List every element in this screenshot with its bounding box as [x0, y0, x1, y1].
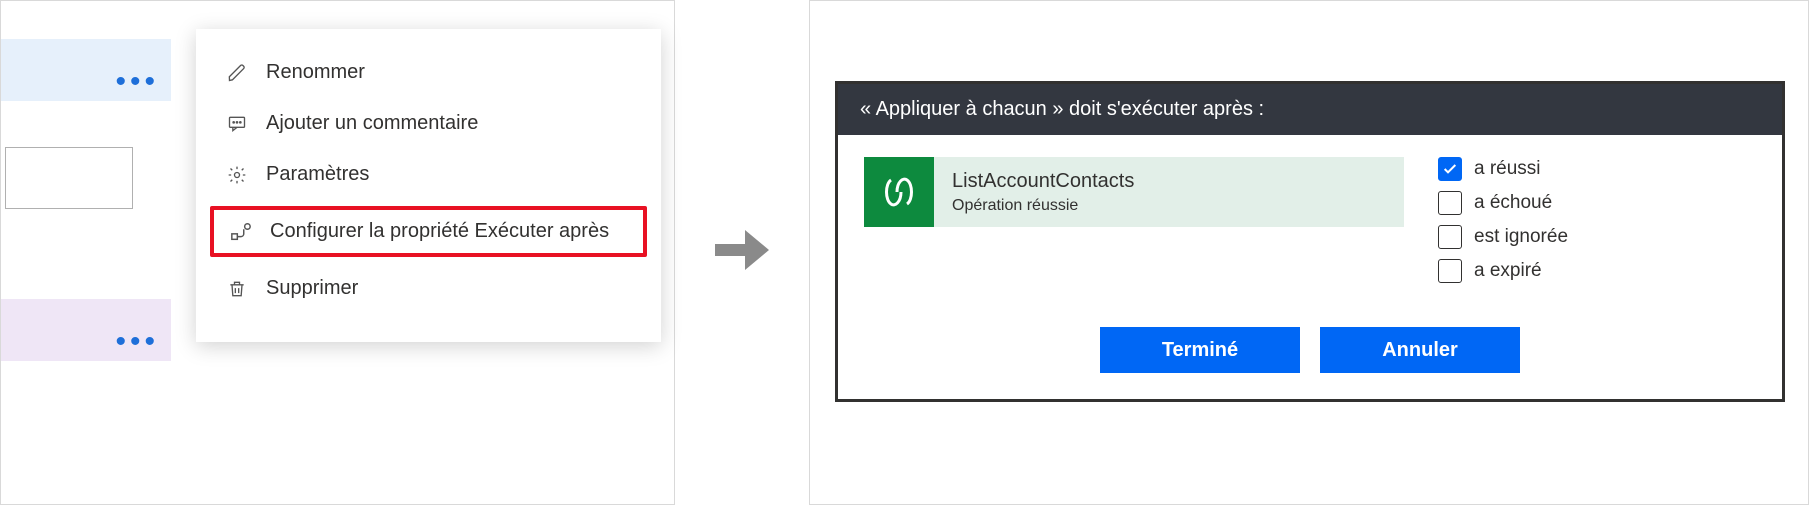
step-card[interactable] — [5, 147, 133, 209]
menu-item-label: Renommer — [266, 61, 365, 84]
checkbox-icon — [1438, 191, 1462, 215]
dataverse-icon — [864, 157, 934, 227]
menu-item-label: Configurer la propriété Exécuter après — [270, 220, 609, 243]
comment-icon — [226, 113, 248, 135]
check-label: a réussi — [1474, 158, 1541, 180]
step-card-purple[interactable]: ••• — [1, 299, 171, 361]
menu-item-comment[interactable]: Ajouter un commentaire — [196, 98, 661, 149]
step-card-selected[interactable]: ••• — [1, 39, 171, 101]
context-menu: Renommer Ajouter un commentaire Paramètr… — [196, 29, 661, 342]
gear-icon — [226, 164, 248, 186]
trash-icon — [226, 278, 248, 300]
check-label: est ignorée — [1474, 226, 1568, 248]
flow-icon — [230, 221, 252, 243]
left-panel: ••• ••• Renommer Ajouter un commentaire — [0, 0, 675, 505]
menu-item-label: Paramètres — [266, 163, 369, 186]
operation-name: ListAccountContacts — [952, 170, 1134, 193]
checkbox-icon — [1438, 225, 1462, 249]
check-label: a échoué — [1474, 192, 1552, 214]
menu-item-run-after[interactable]: Configurer la propriété Exécuter après — [210, 206, 647, 257]
operation-status: Opération réussie — [952, 197, 1134, 215]
arrow-right-icon — [713, 226, 771, 279]
check-label: a expiré — [1474, 260, 1542, 282]
menu-item-label: Supprimer — [266, 277, 358, 300]
more-icon[interactable]: ••• — [115, 337, 159, 347]
menu-item-delete[interactable]: Supprimer — [196, 263, 661, 314]
arrow-separator — [675, 0, 809, 505]
check-succeeded[interactable]: a réussi — [1438, 157, 1568, 181]
pencil-icon — [226, 62, 248, 84]
checkbox-icon — [1438, 259, 1462, 283]
right-panel: « Appliquer à chacun » doit s'exécuter a… — [809, 0, 1809, 505]
dialog-title: « Appliquer à chacun » doit s'exécuter a… — [838, 84, 1782, 135]
predecessor-card[interactable]: ListAccountContacts Opération réussie — [864, 157, 1404, 227]
check-failed[interactable]: a échoué — [1438, 191, 1568, 215]
more-icon[interactable]: ••• — [115, 77, 159, 87]
menu-item-rename[interactable]: Renommer — [196, 47, 661, 98]
check-skipped[interactable]: est ignorée — [1438, 225, 1568, 249]
done-button[interactable]: Terminé — [1100, 327, 1300, 373]
menu-item-label: Ajouter un commentaire — [266, 112, 478, 135]
check-timedout[interactable]: a expiré — [1438, 259, 1568, 283]
run-after-dialog: « Appliquer à chacun » doit s'exécuter a… — [835, 81, 1785, 402]
status-checkboxes: a réussi a échoué est ignorée a exp — [1438, 157, 1568, 283]
menu-item-settings[interactable]: Paramètres — [196, 149, 661, 200]
cancel-button[interactable]: Annuler — [1320, 327, 1520, 373]
checkbox-icon — [1438, 157, 1462, 181]
